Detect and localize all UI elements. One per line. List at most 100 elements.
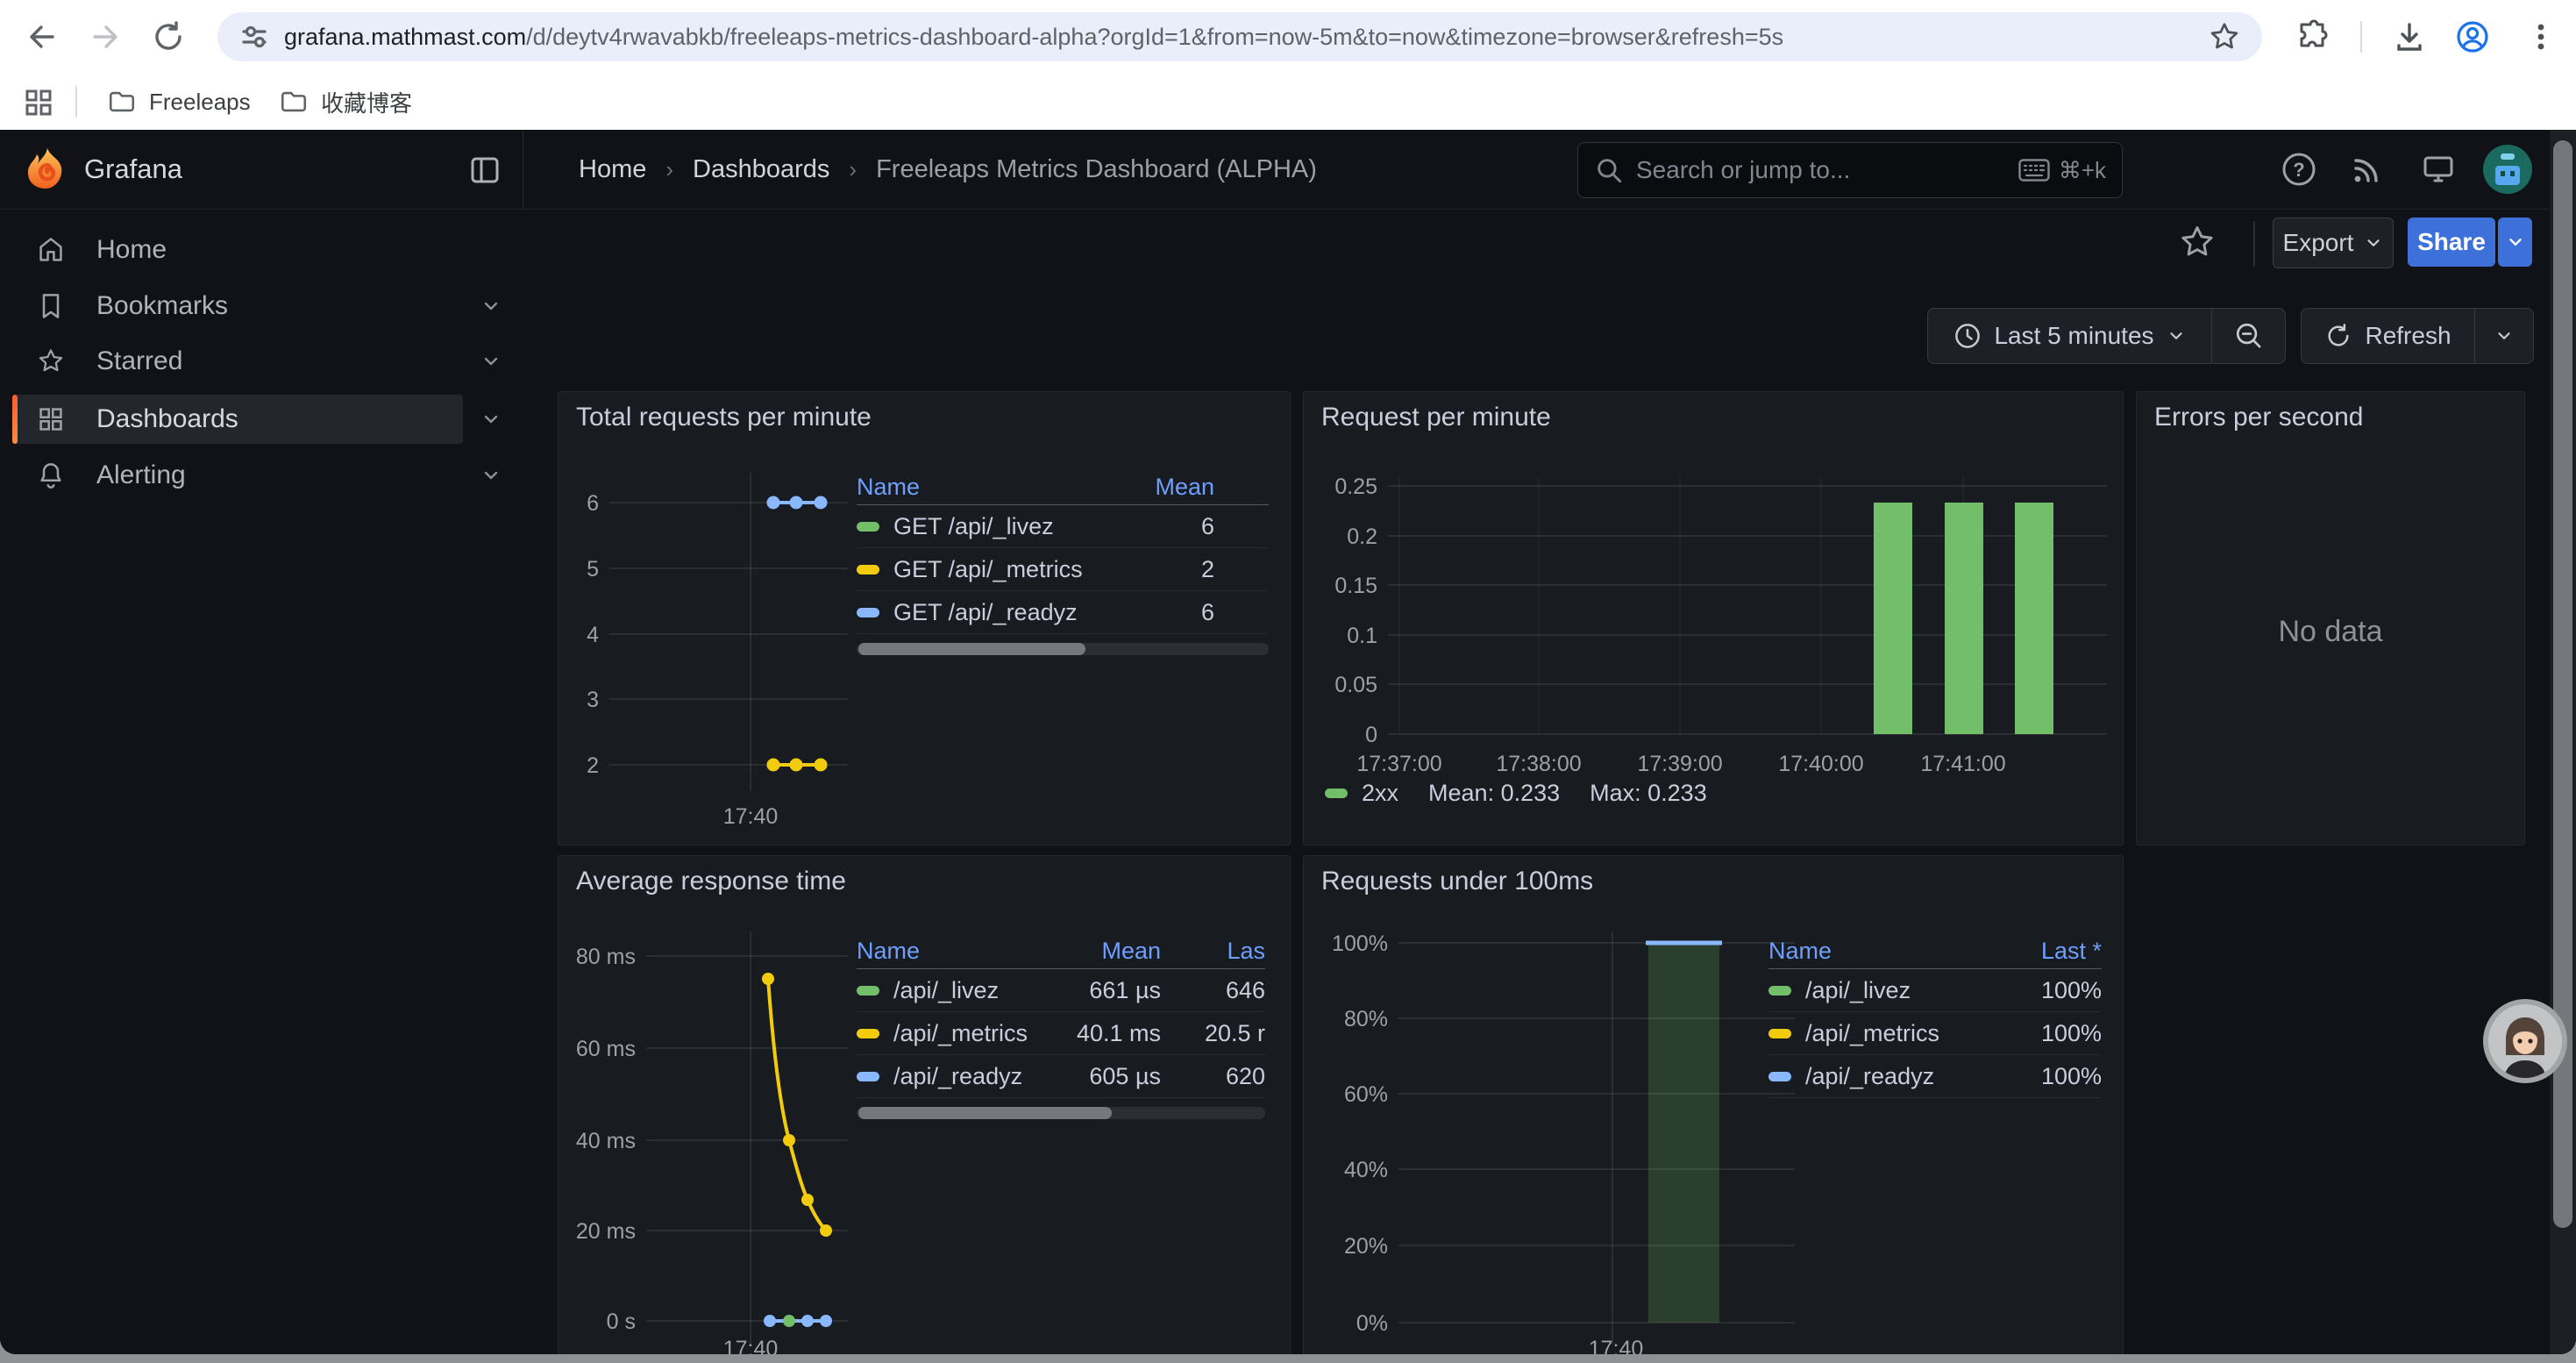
legend-row[interactable]: GET /api/_readyz 6 [857,591,1269,634]
search-input[interactable]: Search or jump to... ⌘+k [1577,142,2123,198]
panel-avg-response-time[interactable]: Average response time 80 ms60 ms40 ms20 … [558,855,1291,1354]
chevron-down-icon [2364,233,2383,253]
svg-text:17:40:00: 17:40:00 [1778,752,1863,776]
svg-text:0 s: 0 s [607,1309,636,1334]
zoom-out-button[interactable] [2212,309,2285,363]
svg-text:6: 6 [587,491,599,516]
panel-title[interactable]: Total requests per minute [576,403,872,432]
floating-assistant-avatar[interactable] [2483,999,2567,1083]
chevron-down-icon[interactable] [479,407,503,432]
chevron-down-icon[interactable] [479,294,503,318]
panel-requests-under-100ms[interactable]: Requests under 100ms 100%80%60%40%20%0% … [1303,855,2124,1354]
series-color-pill [1768,1072,1791,1081]
avatar-graphic [2483,145,2532,194]
breadcrumb-home[interactable]: Home [579,155,646,184]
active-indicator [12,395,18,444]
sidebar-item-dashboards[interactable]: Dashboards [12,395,463,444]
url-host: grafana.mathmast.com [284,24,526,50]
bookmarks-bar: Freeleaps 收藏博客 [0,74,2576,130]
apps-grid-icon[interactable] [23,87,54,118]
refresh-label: Refresh [2365,322,2451,350]
legend-row[interactable]: /api/_metrics 40.1 ms 20.5 r [857,1012,1265,1055]
legend-scrollbar[interactable] [857,1107,1265,1119]
legend-row[interactable]: /api/_livez 661 µs 646 [857,969,1265,1012]
legend-col-name[interactable]: Name [1768,938,1996,965]
site-settings-icon[interactable] [237,19,272,54]
extensions-icon[interactable] [2296,19,2331,54]
back-icon[interactable] [25,19,60,54]
series-metrics-line [767,759,827,771]
browser-window: grafana.mathmast.com/d/deytv4rwavabkb/fr… [0,0,2576,1354]
legend-col-name[interactable]: Name [857,938,1063,965]
chevron-down-icon[interactable] [479,463,503,488]
panel-total-requests[interactable]: Total requests per minute 65432 17:40 Na… [558,391,1291,846]
series-livez-point [783,1315,795,1327]
help-icon[interactable]: ? [2281,151,2317,188]
dashboards-grid-icon [37,405,65,433]
brand-name[interactable]: Grafana [84,130,182,209]
sidebar-item-alerting[interactable]: Alerting [12,451,463,500]
panel-title[interactable]: Average response time [576,867,846,896]
dock-sidebar-icon[interactable] [468,153,502,187]
news-rss-icon[interactable] [2349,151,2386,188]
profile-icon[interactable] [2455,19,2490,54]
legend-col-last[interactable]: Last * [1996,938,2102,965]
svg-text:0.1: 0.1 [1347,624,1377,648]
legend-col-mean[interactable]: Mean [1153,474,1269,501]
download-icon[interactable] [2392,19,2427,54]
sidebar-item-label: Starred [96,346,182,376]
panel-title[interactable]: Requests under 100ms [1321,867,1593,896]
time-range-picker[interactable]: Last 5 minutes [1928,309,2211,363]
forward-icon[interactable] [88,19,123,54]
share-button[interactable]: Share [2408,218,2495,267]
legend-col-name[interactable]: Name [857,474,1153,501]
series-color-pill [857,565,879,574]
legend-col-last[interactable]: Las [1161,938,1265,965]
user-avatar[interactable] [2483,145,2532,194]
legend-row[interactable]: GET /api/_livez 6 [857,505,1269,548]
svg-text:80 ms: 80 ms [576,945,636,969]
favorite-star-icon[interactable] [2178,223,2217,261]
reload-icon[interactable] [151,19,186,54]
legend-scrollbar[interactable] [857,643,1269,655]
refresh-button[interactable]: Refresh [2302,309,2474,363]
sidebar-item-starred[interactable]: Starred [12,337,463,386]
chevron-down-icon[interactable] [479,349,503,374]
bookmark-star-icon[interactable] [2208,20,2241,54]
breadcrumb-separator: › [665,156,673,183]
svg-text:80%: 80% [1344,1007,1388,1031]
page-scrollbar[interactable] [2550,130,2576,1354]
sidebar-item-bookmarks[interactable]: Bookmarks [12,282,463,331]
legend-row[interactable]: /api/_livez 100% [1768,969,2102,1012]
breadcrumb-dashboards[interactable]: Dashboards [693,155,829,184]
sidebar-item-label: Dashboards [96,404,238,434]
legend-inline[interactable]: 2xx Mean: 0.233 Max: 0.233 [1325,780,1707,807]
menu-kebab-icon[interactable] [2523,19,2558,54]
bookmark-folder-blogs[interactable]: 收藏博客 [279,84,412,119]
share-menu-button[interactable] [2498,218,2532,267]
legend-row[interactable]: /api/_readyz 605 µs 620 [857,1055,1265,1098]
export-button[interactable]: Export [2273,218,2394,268]
panel-errors-per-second[interactable]: Errors per second No data [2136,391,2525,846]
svg-text:0.2: 0.2 [1347,525,1377,549]
legend-col-mean[interactable]: Mean [1063,938,1161,965]
legend-row[interactable]: /api/_readyz 100% [1768,1055,2102,1098]
breadcrumb: Home › Dashboards › Freeleaps Metrics Da… [579,130,1317,209]
bookmark-folder-freeleaps[interactable]: Freeleaps [107,84,251,119]
panel-request-per-minute[interactable]: Request per minute 0.250.20.150.10.050 1… [1303,391,2124,846]
panel-title[interactable]: Request per minute [1321,403,1551,432]
clock-icon [1953,322,1982,350]
bookmark-label: 收藏博客 [321,86,412,118]
legend-row[interactable]: GET /api/_metrics 2 [857,548,1269,591]
legend-row[interactable]: /api/_metrics 100% [1768,1012,2102,1055]
bookmark-label: Freeleaps [149,89,251,116]
url-text[interactable]: grafana.mathmast.com/d/deytv4rwavabkb/fr… [284,24,1783,51]
svg-text:17:40: 17:40 [1589,1337,1644,1354]
monitor-icon[interactable] [2420,151,2457,188]
grafana-logo[interactable] [25,147,68,191]
legend-max: Max: 0.233 [1590,780,1707,807]
url-bar[interactable]: grafana.mathmast.com/d/deytv4rwavabkb/fr… [217,12,2262,61]
refresh-interval-button[interactable] [2475,309,2533,363]
bars-2xx [1874,503,2053,734]
sidebar-item-home[interactable]: Home [12,225,463,275]
